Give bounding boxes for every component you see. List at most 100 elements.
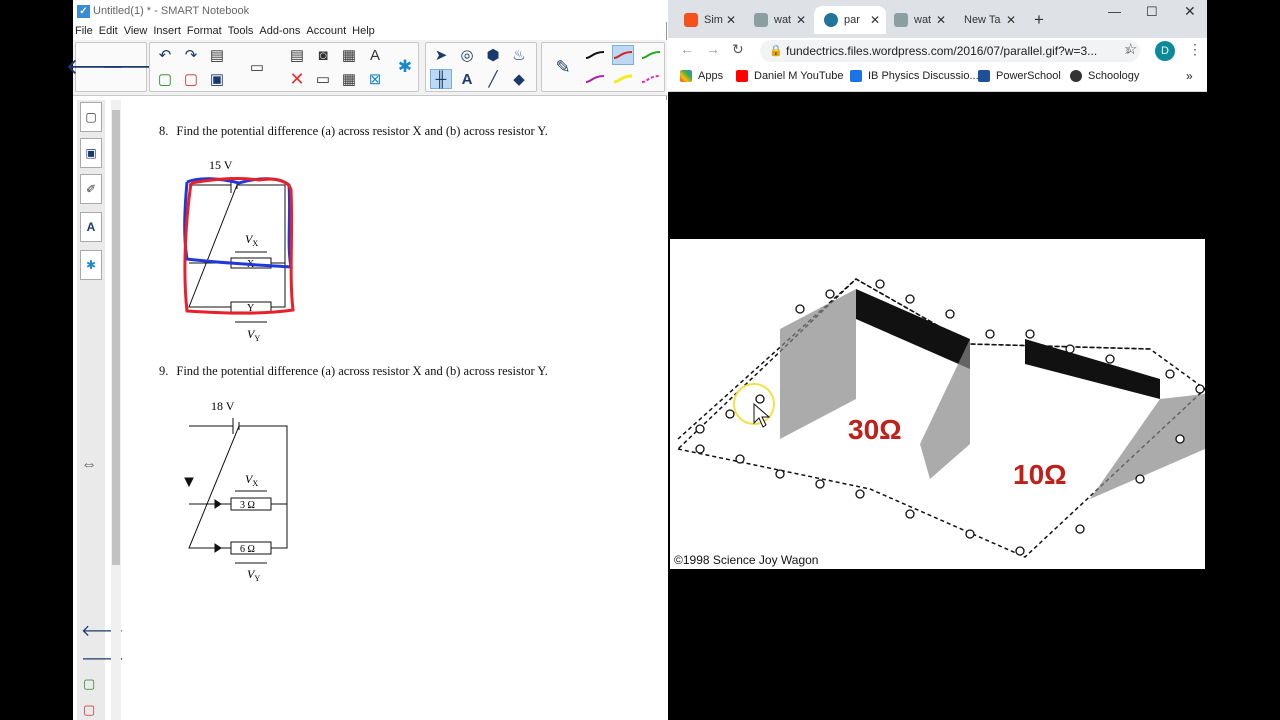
line-tool-icon[interactable]: ╱ <box>482 69 504 89</box>
document-camera-icon[interactable]: ▦ <box>338 45 360 65</box>
next-page-icon[interactable]: 🡒 <box>102 54 161 79</box>
edit-group: ↶ ↷ ▤ ▢ ▢ ▣ ▭ ▤ ◙ ▦ A ✕ ▭ ▦ ⊠ ✱ <box>149 42 419 92</box>
bookmark-schoology[interactable]: Schoology <box>1070 70 1139 82</box>
menu-insert[interactable]: Insert <box>153 25 181 37</box>
notebook-logo-icon: ✓ <box>77 4 90 18</box>
menu-format[interactable]: Format <box>187 25 222 37</box>
bookmark-ib-physics[interactable]: IB Physics Discussio... <box>850 70 979 82</box>
bookmark-apps[interactable]: Apps <box>680 70 723 82</box>
site-icon <box>754 13 768 27</box>
menu-file[interactable]: File <box>75 25 93 37</box>
menu-addons[interactable]: Add-ons <box>259 25 300 37</box>
undo-icon[interactable]: ↶ <box>154 45 176 65</box>
vx-label: VX <box>245 232 258 248</box>
resistor-10-label: 10Ω <box>1013 459 1067 490</box>
delete-icon[interactable]: ✕ <box>286 69 308 89</box>
close-tab-icon[interactable]: ✕ <box>870 13 880 27</box>
properties-icon[interactable]: A <box>80 212 102 242</box>
maximize-icon[interactable]: ☐ <box>1146 4 1158 20</box>
schoology-icon <box>1070 70 1082 82</box>
left-letterbox <box>0 0 73 720</box>
close-window-icon[interactable]: ✕ <box>1184 3 1196 20</box>
menu-edit[interactable]: Edit <box>99 25 118 37</box>
page-scrollbar[interactable] <box>111 100 121 720</box>
cloud-icon <box>850 70 862 82</box>
menu-view[interactable]: View <box>124 25 148 37</box>
profile-avatar[interactable]: D <box>1155 41 1175 61</box>
right-letterbox <box>1207 0 1280 720</box>
pen-tool-icon[interactable]: ╫ <box>430 69 452 89</box>
question-text: Find the potential difference (a) across… <box>176 124 548 138</box>
menu-account[interactable]: Account <box>306 25 346 37</box>
tab-5[interactable]: New Ta ✕ <box>954 6 1022 34</box>
bookmark-star-icon[interactable]: ☆ <box>1124 40 1137 58</box>
close-tab-icon[interactable]: ✕ <box>726 13 736 27</box>
camera-icon[interactable]: ◙ <box>312 45 334 65</box>
paste-icon[interactable]: ▤ <box>206 45 228 65</box>
question-number: 9. <box>159 364 169 378</box>
question-9: 9. Find the potential difference (a) acro… <box>159 364 548 379</box>
resistor-6ohm-label: 6 Ω <box>240 544 255 555</box>
tab-3-active[interactable]: par ✕ <box>814 6 886 34</box>
menu-help[interactable]: Help <box>352 25 375 37</box>
tab-2[interactable]: wat ✕ <box>744 6 812 34</box>
pen-yellow-icon[interactable] <box>612 69 634 89</box>
addons-panel-icon[interactable]: ✱ <box>80 250 102 280</box>
text-tool-icon[interactable]: A <box>456 69 478 89</box>
scrollbar-thumb[interactable] <box>112 110 120 565</box>
tab-4[interactable]: wat ✕ <box>884 6 952 34</box>
back-icon[interactable]: ← <box>680 41 694 57</box>
water-park-analogy-drawing: 30Ω 10Ω ©1998 Science Joy Wagon <box>674 278 1207 567</box>
more-bookmarks-icon[interactable]: » <box>1186 69 1193 83</box>
eraser-icon[interactable]: ◆ <box>508 69 530 89</box>
tab-1[interactable]: Sim ✕ <box>674 6 742 34</box>
pen-icon[interactable]: ✎ <box>552 57 574 77</box>
save-icon[interactable]: ▣ <box>206 69 228 89</box>
redo-icon[interactable]: ↷ <box>180 45 202 65</box>
table-icon[interactable]: ▦ <box>338 69 360 89</box>
close-tab-icon[interactable]: ✕ <box>796 13 806 27</box>
menu-kebab-icon[interactable]: ⋮ <box>1188 41 1202 58</box>
close-tab-icon[interactable]: ✕ <box>1006 13 1016 27</box>
pen-purple-icon[interactable] <box>584 69 606 89</box>
side-add-page-icon[interactable]: ▢ <box>83 676 95 692</box>
delete-page-icon[interactable]: ▢ <box>180 69 202 89</box>
pen-black-icon[interactable] <box>584 45 606 65</box>
pen-magenta-icon[interactable] <box>640 69 662 89</box>
pen-red-icon[interactable] <box>612 45 634 65</box>
window-title: Untitled(1) * - SMART Notebook <box>93 5 250 17</box>
page-sorter-icon[interactable]: ▢ <box>80 102 102 132</box>
gallery-icon[interactable]: ▣ <box>80 138 102 168</box>
resize-panel-icon[interactable]: ⇔ <box>81 456 97 474</box>
close-tab-icon[interactable]: ✕ <box>936 13 946 27</box>
pen-green-icon[interactable] <box>640 45 662 65</box>
add-page-icon[interactable]: ▢ <box>154 69 176 89</box>
spell-check-icon[interactable]: A <box>364 45 386 65</box>
fill-icon[interactable]: ⬢ <box>482 45 504 65</box>
clear-icon[interactable]: ⊠ <box>364 69 386 89</box>
question-number: 8. <box>159 124 169 138</box>
display-icon[interactable]: ▭ <box>312 69 334 89</box>
new-tab-icon[interactable]: + <box>1034 10 1044 30</box>
select-icon[interactable]: ➤ <box>430 45 452 65</box>
attachments-icon[interactable]: ✐ <box>80 174 102 204</box>
battery-voltage: 15 V <box>209 158 233 172</box>
screen-shade-icon[interactable]: ▭ <box>246 57 268 77</box>
menu-tools[interactable]: Tools <box>228 25 254 37</box>
battery-voltage: 18 V <box>211 399 235 413</box>
side-delete-page-icon[interactable]: ▢ <box>83 702 95 718</box>
minimize-icon[interactable]: — <box>1108 4 1121 19</box>
shapes-icon[interactable]: ◎ <box>456 45 478 65</box>
bookmark-youtube[interactable]: Daniel M YouTube <box>736 70 844 82</box>
powerschool-icon <box>978 70 990 82</box>
bookmark-powerschool[interactable]: PowerSchool <box>978 70 1061 82</box>
address-bar[interactable]: 🔒 fundectrics.files.wordpress.com/2016/0… <box>760 40 1140 62</box>
clipboard-icon[interactable]: ▤ <box>286 45 308 65</box>
forward-icon[interactable]: → <box>706 41 720 57</box>
url-text: fundectrics.files.wordpress.com/2016/07/… <box>786 44 1098 58</box>
address-row: ← → ↻ 🔒 fundectrics.files.wordpress.com/… <box>668 38 1207 64</box>
addon-icon[interactable]: ✱ <box>394 57 416 77</box>
reload-icon[interactable]: ↻ <box>732 41 744 58</box>
paint-icon[interactable]: ♨ <box>508 45 530 65</box>
blue-annotation <box>183 177 293 269</box>
